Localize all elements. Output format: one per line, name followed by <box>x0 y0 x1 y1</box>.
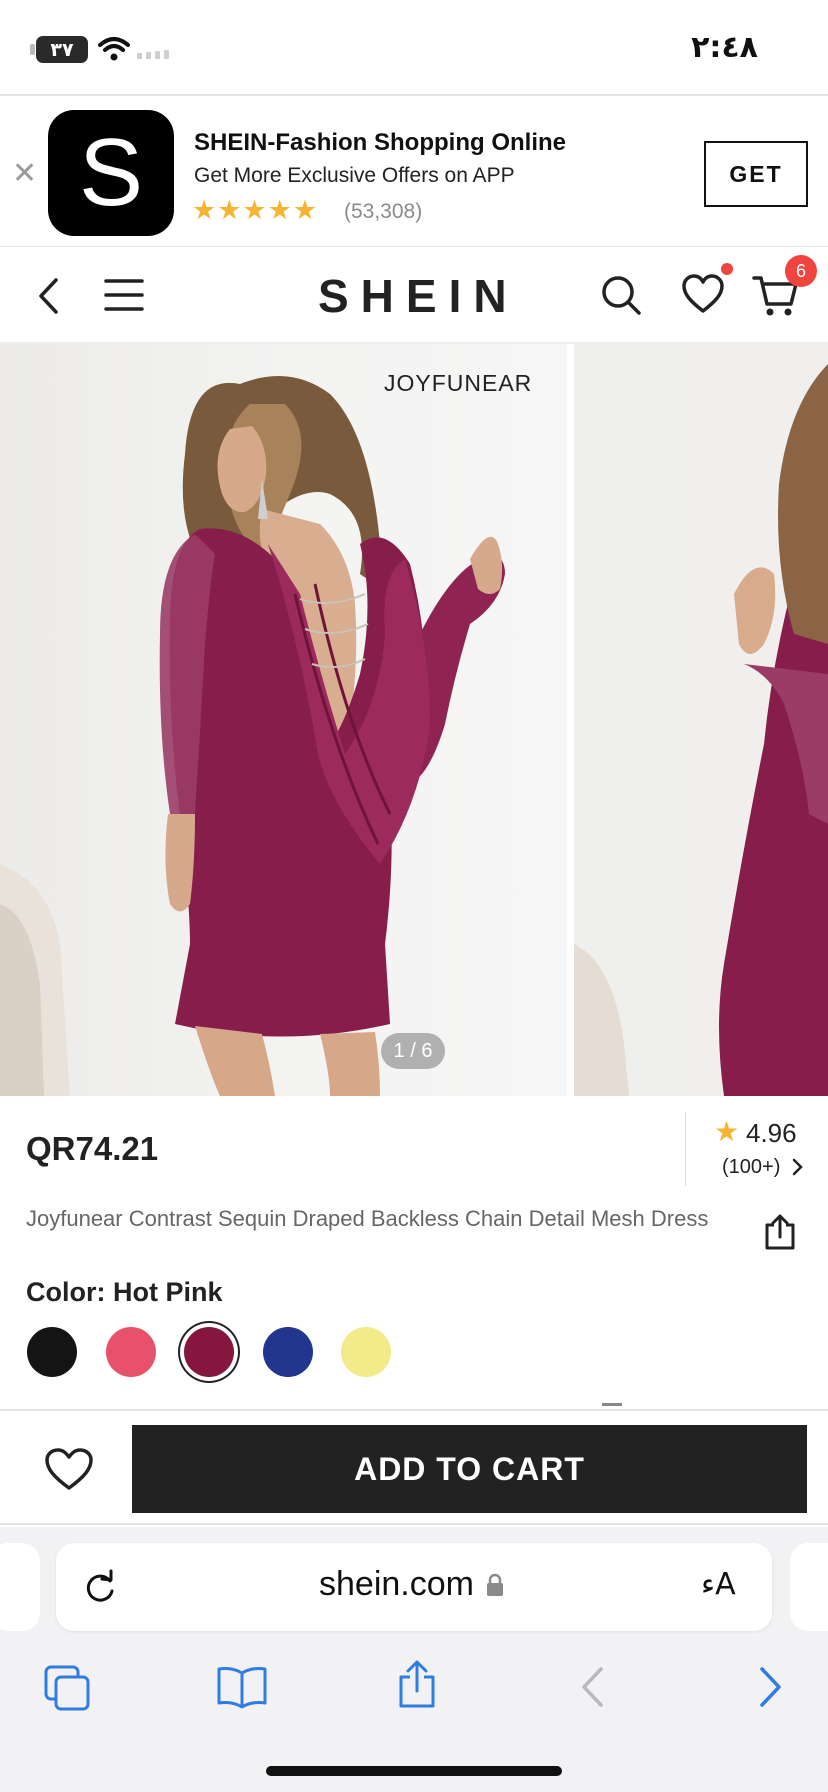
reload-icon[interactable] <box>82 1569 118 1610</box>
add-to-wishlist-heart-icon[interactable] <box>44 1447 94 1496</box>
back-icon[interactable] <box>36 276 62 321</box>
text-size-button[interactable]: ءA <box>701 1567 736 1602</box>
close-icon[interactable]: ✕ <box>12 159 37 189</box>
product-title: Joyfunear Contrast Sequin Draped Backles… <box>26 1206 709 1231</box>
image-counter: 1 / 6 <box>381 1033 445 1069</box>
signal-icon <box>137 50 169 59</box>
app-review-count: (53,308) <box>344 200 423 223</box>
color-swatch[interactable] <box>27 1327 77 1377</box>
product-photo[interactable]: JOYFUNEAR 1 / 6 <box>0 344 567 1096</box>
chevron-right-icon[interactable] <box>792 1157 804 1182</box>
search-icon[interactable] <box>600 274 642 321</box>
next-tab-peek[interactable] <box>790 1543 828 1631</box>
forward-nav-icon[interactable] <box>757 1665 783 1714</box>
product-image-gallery[interactable]: JOYFUNEAR 1 / 6 <box>0 344 828 1096</box>
menu-icon[interactable] <box>104 278 144 317</box>
share-toolbar-icon[interactable] <box>397 1659 437 1714</box>
address-bar[interactable]: shein.com ءA <box>56 1543 772 1631</box>
home-indicator <box>266 1766 562 1776</box>
share-icon[interactable] <box>764 1213 796 1256</box>
bookmarks-icon[interactable] <box>216 1665 268 1714</box>
product-price: QR74.21 <box>26 1130 159 1167</box>
photo-brand-watermark: JOYFUNEAR <box>384 370 533 396</box>
browser-toolbar <box>0 1653 828 1733</box>
next-product-photo[interactable] <box>574 344 828 1096</box>
app-logo: S <box>48 110 174 236</box>
status-bar: ٣٧ ٢:٤٨ <box>0 0 828 96</box>
browser-chrome: shein.com ءA <box>0 1527 828 1792</box>
app-title: SHEIN-Fashion Shopping Online <box>194 129 566 156</box>
app-rating-stars: ★★★★★ <box>192 195 319 225</box>
color-swatch[interactable] <box>263 1327 313 1377</box>
site-header: SHEIN 6 <box>0 248 828 344</box>
wishlist-heart-icon[interactable] <box>682 274 724 319</box>
brand-logo[interactable]: SHEIN <box>318 269 519 323</box>
back-nav-icon <box>580 1665 606 1714</box>
app-subtitle: Get More Exclusive Offers on APP <box>194 164 515 187</box>
status-time: ٢:٤٨ <box>691 30 758 65</box>
bottom-action-bar: ADD TO CART <box>0 1409 828 1525</box>
lock-icon <box>486 1573 504 1602</box>
app-install-banner: ✕ S SHEIN-Fashion Shopping Online Get Mo… <box>0 97 828 247</box>
get-app-button[interactable]: GET <box>704 141 808 207</box>
star-icon: ★ <box>714 1116 740 1147</box>
wifi-icon <box>98 36 130 67</box>
color-swatch[interactable] <box>184 1327 234 1377</box>
url-text[interactable]: shein.com <box>319 1565 474 1604</box>
color-swatch[interactable] <box>106 1327 156 1377</box>
battery-tip <box>30 44 35 55</box>
rating-divider <box>685 1112 686 1186</box>
cart-count-badge: 6 <box>785 255 817 287</box>
scroll-peek-mark <box>602 1403 622 1406</box>
add-to-cart-button[interactable]: ADD TO CART <box>132 1425 807 1513</box>
rating-score[interactable]: 4.96 <box>746 1118 797 1149</box>
battery-indicator: ٣٧ <box>36 36 88 63</box>
color-label: Color: Hot Pink <box>26 1277 223 1307</box>
previous-tab-peek[interactable] <box>0 1543 40 1631</box>
review-count-link[interactable]: (100+) <box>722 1156 780 1179</box>
tabs-icon[interactable] <box>44 1665 92 1718</box>
wishlist-notification-dot <box>721 263 733 275</box>
color-swatch[interactable] <box>341 1327 391 1377</box>
